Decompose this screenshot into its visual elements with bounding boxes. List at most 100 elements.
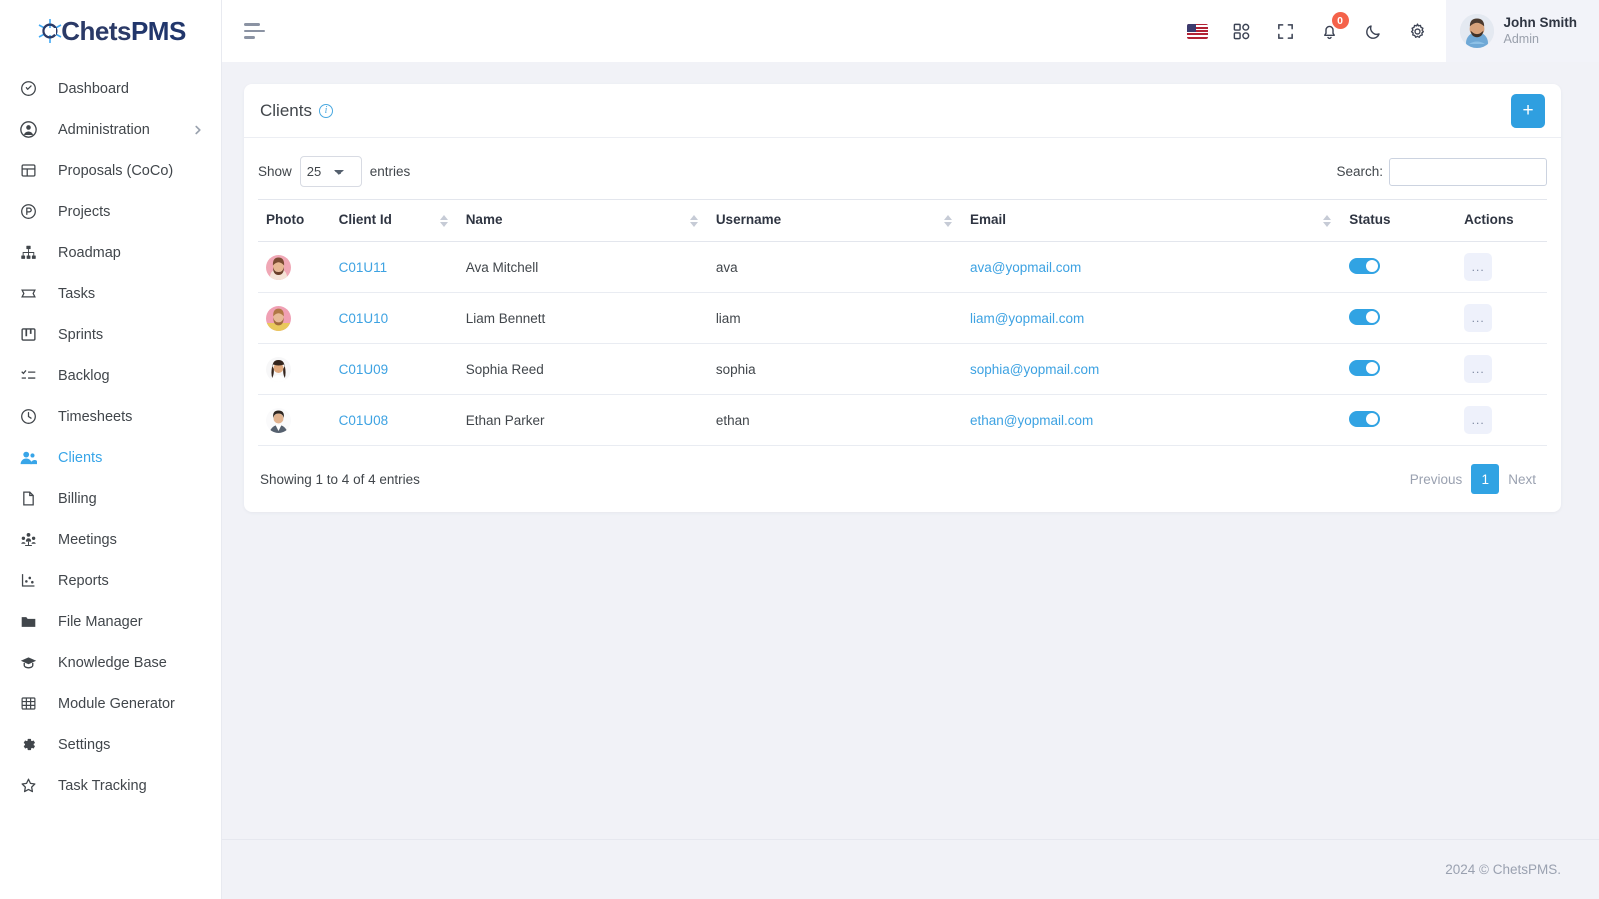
table-body: C01U11 Ava Mitchell ava ava@yopmail.com … <box>258 241 1547 446</box>
gear-icon[interactable] <box>1396 0 1440 62</box>
sort-arrows-icon <box>943 214 952 227</box>
bell-icon[interactable]: 0 <box>1308 0 1352 62</box>
folder-icon <box>18 612 38 632</box>
cell-client-id: C01U09 <box>330 343 458 395</box>
column-name[interactable]: Name <box>457 199 708 242</box>
pagination-next[interactable]: Next <box>1499 464 1545 494</box>
sidebar-item-backlog[interactable]: Backlog <box>0 355 221 396</box>
user-circle-icon <box>18 120 38 140</box>
content-area: Clients i + Show 25 10 50 100 <box>222 62 1599 839</box>
column-email[interactable]: Email <box>961 199 1342 242</box>
status-toggle[interactable] <box>1349 410 1381 427</box>
brand-logo[interactable]: ChetsPMS <box>0 0 221 62</box>
pagination-page-1[interactable]: 1 <box>1471 464 1500 494</box>
status-toggle[interactable] <box>1349 308 1381 325</box>
card-body: Show 25 10 50 100 entries Search: <box>244 138 1561 512</box>
sidebar-item-clients[interactable]: Clients <box>0 437 221 478</box>
board-icon <box>18 325 38 345</box>
column-username[interactable]: Username <box>707 199 962 242</box>
sitemap-icon <box>18 243 38 263</box>
add-client-button[interactable]: + <box>1511 93 1545 128</box>
ticket-icon <box>18 284 38 304</box>
email-link[interactable]: liam@yopmail.com <box>970 311 1084 326</box>
footer: 2024 © ChetsPMS. <box>222 839 1599 899</box>
table-header-row: Photo Client Id Name Username Email Stat… <box>258 199 1547 242</box>
sidebar-item-label: Timesheets <box>58 408 133 425</box>
sidebar-item-settings[interactable]: Settings <box>0 724 221 765</box>
cell-photo <box>258 292 331 344</box>
sidebar: ChetsPMS Dashboard Administration Propos… <box>0 0 222 899</box>
status-toggle[interactable] <box>1349 359 1381 376</box>
sidebar-item-label: File Manager <box>58 613 143 630</box>
topbar-actions: 0 John Smith Admin <box>1176 0 1599 62</box>
cell-actions: ... <box>1456 343 1547 395</box>
cell-name: Ava Mitchell <box>457 241 708 293</box>
cell-status <box>1341 292 1457 344</box>
sidebar-item-file-manager[interactable]: File Manager <box>0 601 221 642</box>
client-id-link[interactable]: C01U08 <box>339 413 389 428</box>
search-input[interactable] <box>1389 157 1547 186</box>
cell-status <box>1341 343 1457 395</box>
sidebar-item-task-tracking[interactable]: Task Tracking <box>0 765 221 806</box>
row-actions-button[interactable]: ... <box>1464 253 1493 281</box>
sidebar-item-module-generator[interactable]: Module Generator <box>0 683 221 724</box>
fullscreen-icon[interactable] <box>1264 0 1308 62</box>
sidebar-item-label: Backlog <box>58 367 110 384</box>
column-photo: Photo <box>258 199 331 242</box>
cell-client-id: C01U08 <box>330 394 458 446</box>
cell-email: liam@yopmail.com <box>961 292 1342 344</box>
row-actions-button[interactable]: ... <box>1464 406 1493 434</box>
sidebar-item-knowledge-base[interactable]: Knowledge Base <box>0 642 221 683</box>
brand-name: ChetsPMS <box>61 15 186 46</box>
sidebar-item-administration[interactable]: Administration <box>0 109 221 150</box>
cell-username: liam <box>707 292 962 344</box>
app-root: ChetsPMS Dashboard Administration Propos… <box>0 0 1599 899</box>
page-title: Clients i <box>260 101 333 121</box>
star-icon <box>18 776 38 796</box>
flag-us-icon[interactable] <box>1176 0 1220 62</box>
sidebar-item-meetings[interactable]: Meetings <box>0 519 221 560</box>
sidebar-item-label: Proposals (CoCo) <box>58 162 174 179</box>
hamburger-icon[interactable] <box>244 19 268 43</box>
search-control: Search: <box>1336 157 1547 186</box>
sidebar-item-roadmap[interactable]: Roadmap <box>0 232 221 273</box>
row-actions-button[interactable]: ... <box>1464 304 1493 332</box>
client-id-link[interactable]: C01U10 <box>339 311 389 326</box>
sidebar-item-sprints[interactable]: Sprints <box>0 314 221 355</box>
search-label: Search: <box>1336 164 1383 179</box>
sidebar-item-label: Dashboard <box>58 80 129 97</box>
card-header: Clients i + <box>244 84 1561 138</box>
apps-grid-icon[interactable] <box>1220 0 1264 62</box>
user-profile-text: John Smith Admin <box>1504 15 1578 48</box>
cell-actions: ... <box>1456 394 1547 446</box>
clock-icon <box>18 407 38 427</box>
page-length-select[interactable]: 25 10 50 100 <box>299 156 362 187</box>
grid-table-icon <box>18 694 38 714</box>
sidebar-item-projects[interactable]: Projects <box>0 191 221 232</box>
cell-name: Liam Bennett <box>457 292 708 344</box>
column-client-id[interactable]: Client Id <box>330 199 458 242</box>
sidebar-item-proposals[interactable]: Proposals (CoCo) <box>0 150 221 191</box>
email-link[interactable]: ava@yopmail.com <box>970 260 1081 275</box>
status-toggle[interactable] <box>1349 257 1381 274</box>
pagination-previous[interactable]: Previous <box>1401 464 1472 494</box>
email-link[interactable]: sophia@yopmail.com <box>970 362 1099 377</box>
user-profile-menu[interactable]: John Smith Admin <box>1445 0 1599 62</box>
sidebar-item-timesheets[interactable]: Timesheets <box>0 396 221 437</box>
info-icon[interactable]: i <box>318 103 333 118</box>
sidebar-item-dashboard[interactable]: Dashboard <box>0 68 221 109</box>
moon-icon[interactable] <box>1352 0 1396 62</box>
sidebar-item-billing[interactable]: Billing <box>0 478 221 519</box>
sidebar-item-reports[interactable]: Reports <box>0 560 221 601</box>
table-row: C01U11 Ava Mitchell ava ava@yopmail.com … <box>258 241 1547 293</box>
speedometer-icon <box>18 79 38 99</box>
client-id-link[interactable]: C01U11 <box>339 260 388 275</box>
client-id-link[interactable]: C01U09 <box>339 362 389 377</box>
notification-badge: 0 <box>1331 12 1349 29</box>
email-link[interactable]: ethan@yopmail.com <box>970 413 1093 428</box>
cell-actions: ... <box>1456 292 1547 344</box>
row-actions-button[interactable]: ... <box>1464 355 1493 383</box>
sidebar-item-tasks[interactable]: Tasks <box>0 273 221 314</box>
sidebar-item-label: Sprints <box>58 326 104 343</box>
sidebar-item-label: Reports <box>58 572 109 589</box>
